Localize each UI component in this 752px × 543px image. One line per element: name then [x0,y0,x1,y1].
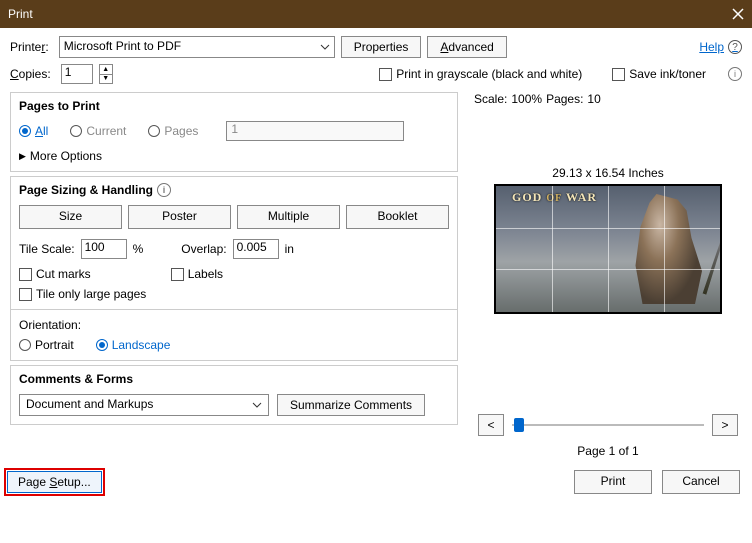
help-icon: ? [728,40,742,54]
print-button[interactable]: Print [574,470,652,494]
orientation-title: Orientation: [19,318,449,332]
size-button[interactable]: Size [19,205,122,229]
preview-weapon [695,220,722,298]
spinner-down-icon[interactable]: ▼ [100,75,112,84]
page-setup-button[interactable]: Page Setup... [7,471,102,493]
pages-panel-title: Pages to Print [19,99,449,113]
info-icon[interactable]: i [728,67,742,81]
spinner-up-icon[interactable]: ▲ [100,65,112,75]
copies-input[interactable]: 1 [61,64,93,84]
checkbox-icon [612,68,625,81]
pages-range-input[interactable]: 1 [226,121,404,141]
comments-panel: Comments & Forms Document and Markups Su… [10,365,458,425]
cancel-button[interactable]: Cancel [662,470,740,494]
tilescale-label: Tile Scale: [19,242,75,256]
comments-title: Comments & Forms [19,372,449,386]
info-icon[interactable]: i [157,183,171,197]
percent-label: % [133,242,144,256]
sizing-panel: Page Sizing & Handling i Size Poster Mul… [10,176,458,361]
radio-all[interactable]: All [19,124,48,138]
overlap-label: Overlap: [181,242,226,256]
copies-label: Copies: [10,67,51,81]
preview-status: Scale:100% Pages:10 [474,92,742,106]
grayscale-label: Print in grayscale (black and white) [396,67,582,81]
prev-page-button[interactable]: < [478,414,504,436]
overlap-unit: in [285,242,294,256]
page-indicator: Page 1 of 1 [474,444,742,458]
multiple-button[interactable]: Multiple [237,205,340,229]
booklet-button[interactable]: Booklet [346,205,449,229]
close-icon[interactable] [732,8,744,20]
printer-label: Printer: [10,40,49,54]
radio-current[interactable]: Current [70,124,126,138]
overlap-input[interactable]: 0.005 [233,239,279,259]
grayscale-checkbox[interactable]: Print in grayscale (black and white) [379,67,582,81]
zoom-slider[interactable] [512,415,704,435]
chevron-down-icon [252,399,262,413]
largepages-checkbox[interactable]: Tile only large pages [19,287,146,301]
pages-to-print-panel: Pages to Print All Current Pages 1 ▶ [10,92,458,172]
more-options-toggle[interactable]: ▶ More Options [19,149,449,163]
help-link[interactable]: Help ? [699,40,742,54]
chevron-down-icon [320,41,330,55]
preview-character [632,194,702,304]
comments-dropdown[interactable]: Document and Markups [19,394,269,416]
radio-pages[interactable]: Pages [148,124,198,138]
triangle-right-icon: ▶ [19,151,26,162]
cutmarks-checkbox[interactable]: Cut marks [19,267,91,281]
saveink-label: Save ink/toner [629,67,706,81]
poster-button[interactable]: Poster [128,205,231,229]
radio-portrait[interactable]: Portrait [19,338,74,352]
preview-thumbnail: GOD OF WAR [494,184,722,314]
saveink-checkbox[interactable]: Save ink/toner [612,67,706,81]
radio-landscape[interactable]: Landscape [96,338,171,352]
summarize-button[interactable]: Summarize Comments [277,394,425,416]
tilescale-input[interactable]: 100 [81,239,127,259]
sizing-title: Page Sizing & Handling i [19,183,449,197]
window-title: Print [8,7,33,21]
page-setup-highlight: Page Setup... [4,468,105,496]
properties-button[interactable]: Properties [341,36,422,58]
preview-dimensions: 29.13 x 16.54 Inches [474,166,742,180]
preview-logo: GOD OF WAR [512,190,597,205]
printer-select[interactable]: Microsoft Print to PDF [59,36,335,58]
copies-spinner[interactable]: ▲ ▼ [99,64,113,84]
next-page-button[interactable]: > [712,414,738,436]
labels-checkbox[interactable]: Labels [171,267,223,281]
printer-select-value: Microsoft Print to PDF [64,39,181,53]
advanced-button[interactable]: Advanced [427,36,506,58]
checkbox-icon [379,68,392,81]
